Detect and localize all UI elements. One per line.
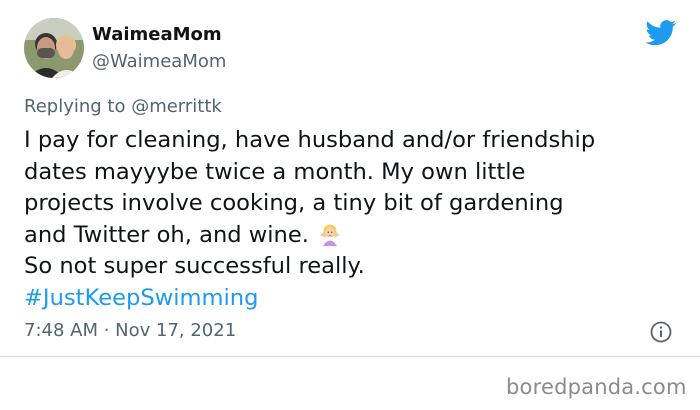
tweet-text-part2: So not super successful really. — [24, 253, 365, 279]
person-shrugging-emoji — [318, 222, 342, 246]
replying-prefix: Replying to — [24, 96, 132, 117]
hashtag-link[interactable]: #JustKeepSwimming — [24, 285, 258, 311]
twitter-bird-icon[interactable] — [645, 20, 677, 46]
user-handle[interactable]: @WaimeaMom — [92, 50, 226, 74]
tweet-body: I pay for cleaning, have husband and/or … — [24, 125, 689, 314]
tweet-timestamp[interactable]: 7:48 AM · Nov 17, 2021 — [24, 319, 236, 343]
divider — [0, 356, 700, 357]
display-name[interactable]: WaimeaMom — [92, 23, 222, 47]
watermark: boredpanda.com — [506, 375, 687, 399]
tweet-text-part1: I pay for cleaning, have husband and/or … — [24, 127, 596, 248]
replying-to-line: Replying to @merrittk — [24, 95, 222, 119]
avatar[interactable] — [24, 18, 84, 78]
mention-link[interactable]: @merrittk — [131, 96, 222, 117]
info-icon[interactable] — [649, 320, 673, 344]
tweet-card: WaimeaMom @WaimeaMom Replying to @merrit… — [0, 0, 700, 356]
